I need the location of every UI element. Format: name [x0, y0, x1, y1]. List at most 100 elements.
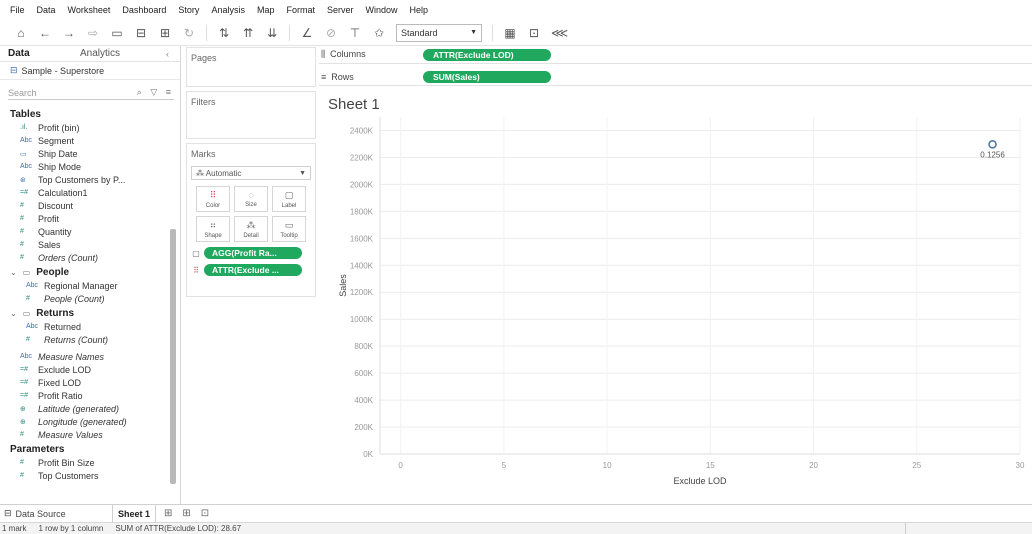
mark-size-button[interactable]: ◌ Size — [234, 186, 268, 212]
highlight-icon[interactable]: ∠ — [300, 24, 314, 42]
field-list: Tables .ıl. Profit (bin) Abc Segment ▭ Ship Da… — [0, 106, 170, 482]
new-datasource-icon[interactable]: ⊟ — [134, 24, 148, 42]
fit-select[interactable]: Standard ▼ — [396, 23, 482, 42]
mark-pill-row: ▢ AGG(Profit Ra... — [191, 247, 311, 259]
pin-icon[interactable]: ✩ — [372, 24, 386, 42]
data-pane-scrollbar[interactable] — [170, 229, 176, 484]
columns-pill[interactable]: ATTR(Exclude LOD) — [423, 48, 551, 61]
menu-item-format[interactable]: Format — [286, 5, 315, 15]
field-item[interactable]: # Orders (Count) — [0, 251, 170, 264]
sheet-title[interactable]: Sheet 1 — [328, 96, 380, 113]
group-icon[interactable]: ⊘ — [324, 24, 338, 42]
data-source-tab[interactable]: ⊟ Data Source — [0, 508, 112, 519]
section-header[interactable]: Parameters — [0, 443, 170, 456]
field-item[interactable]: ⊕ Longitude (generated) — [0, 415, 170, 428]
field-label: Profit Bin Size — [38, 457, 95, 468]
sort-desc-icon[interactable]: ⇊ — [265, 24, 279, 42]
new-dashboard-icon[interactable]: ⊞ — [182, 508, 190, 519]
search-input[interactable]: Search — [8, 88, 37, 98]
presentation-icon[interactable]: ⊡ — [527, 24, 541, 42]
filters-card[interactable]: Filters — [186, 91, 316, 139]
section-header[interactable]: ⌄ ▭ People — [0, 266, 170, 279]
menu-item-window[interactable]: Window — [366, 5, 398, 15]
field-item[interactable]: # Profit Bin Size — [0, 456, 170, 469]
rows-shelf[interactable]: ≡ Rows SUM(Sales) — [319, 68, 1032, 86]
field-item[interactable]: ▭ Ship Date — [0, 147, 170, 160]
field-item[interactable]: ⊛ Top Customers by P... — [0, 173, 170, 186]
field-item[interactable]: # Profit — [0, 212, 170, 225]
columns-shelf[interactable]: ⫼ Columns ATTR(Exclude LOD) — [319, 46, 1032, 64]
collapse-icon[interactable]: ⌄ — [10, 309, 17, 318]
pages-card[interactable]: Pages — [186, 47, 316, 87]
forward-icon[interactable]: → — [62, 24, 76, 42]
field-item[interactable]: Abc Regional Manager — [0, 279, 170, 292]
mark-pill[interactable]: ATTR(Exclude ... — [204, 264, 302, 276]
mark-label-button[interactable]: ▢ Label — [272, 186, 306, 212]
mark-pill[interactable]: AGG(Profit Ra... — [204, 247, 302, 259]
field-item[interactable]: =# Profit Ratio — [0, 389, 170, 402]
data-point[interactable] — [988, 140, 997, 149]
field-item[interactable]: # Top Customers — [0, 469, 170, 482]
home-icon[interactable]: ⌂ — [14, 24, 28, 42]
section-header[interactable]: Tables — [0, 108, 170, 121]
field-item[interactable]: # Quantity — [0, 225, 170, 238]
collapse-pane-icon[interactable]: ‹ — [166, 49, 169, 59]
refresh-icon[interactable]: ↻ — [182, 24, 196, 42]
menu-item-map[interactable]: Map — [257, 5, 275, 15]
menu-item-worksheet[interactable]: Worksheet — [68, 5, 111, 15]
mark-shape-button[interactable]: ⠶ Shape — [196, 216, 230, 242]
menu-item-analysis[interactable]: Analysis — [211, 5, 245, 15]
mark-detail-button[interactable]: ⁂ Detail — [234, 216, 268, 242]
pages-card-title: Pages — [191, 53, 217, 63]
field-search[interactable]: Search ⌕ ▽ ≡ — [8, 86, 174, 100]
show-me-icon[interactable]: ▦ — [503, 24, 517, 42]
field-item[interactable]: # Measure Values — [0, 428, 170, 441]
rows-pill[interactable]: SUM(Sales) — [423, 70, 551, 83]
field-item[interactable]: =# Calculation1 — [0, 186, 170, 199]
field-item[interactable]: ⊕ Latitude (generated) — [0, 402, 170, 415]
field-item[interactable]: # Discount — [0, 199, 170, 212]
field-item[interactable]: Abc Ship Mode — [0, 160, 170, 173]
field-label: Returned — [44, 321, 82, 332]
field-item[interactable]: .ıl. Profit (bin) — [0, 121, 170, 134]
field-item[interactable]: # People (Count) — [0, 292, 170, 305]
mark-color-button[interactable]: ⠿ Color — [196, 186, 230, 212]
swap-icon[interactable]: ⇅ — [217, 24, 231, 42]
tab-analytics[interactable]: Analytics — [66, 48, 166, 59]
data-source-item[interactable]: ⊟ Sample - Superstore — [0, 62, 180, 80]
menu-item-story[interactable]: Story — [178, 5, 199, 15]
mark-type-select[interactable]: ⁂ Automatic ▼ — [191, 166, 311, 180]
data-label: 0.1256 — [980, 150, 1005, 159]
section-header[interactable]: ⌄ ▭ Returns — [0, 307, 170, 320]
sort-asc-icon[interactable]: ⇈ — [241, 24, 255, 42]
menu-item-help[interactable]: Help — [410, 5, 429, 15]
field-item[interactable]: Abc Returned — [0, 320, 170, 333]
share-icon[interactable]: ⋘ — [551, 24, 568, 42]
scatter-chart[interactable]: 0K 200K 400K 600K 800K 1000K 1200K 1400K 1600K 18… — [320, 112, 1032, 492]
search-filter-icons[interactable]: ⌕ ▽ ≡ — [137, 87, 174, 98]
field-item[interactable]: Abc Measure Names — [0, 350, 170, 363]
back-icon[interactable]: ← — [38, 24, 52, 42]
redo-icon[interactable]: ⇨ — [86, 24, 100, 42]
new-worksheet-icon[interactable]: ⊞ — [158, 24, 172, 42]
field-item[interactable]: =# Exclude LOD — [0, 363, 170, 376]
x-tick-label: 25 — [912, 461, 921, 470]
show-labels-icon[interactable]: ⊤ — [348, 24, 362, 42]
new-worksheet-icon[interactable]: ⊞ — [164, 508, 172, 519]
field-item[interactable]: # Sales — [0, 238, 170, 251]
new-story-icon[interactable]: ⊡ — [201, 508, 209, 519]
mark-tooltip-button[interactable]: ▭ Tooltip — [272, 216, 306, 242]
sheet-tab[interactable]: Sheet 1 — [112, 504, 156, 523]
menu-item-file[interactable]: File — [10, 5, 25, 15]
menu-item-dashboard[interactable]: Dashboard — [122, 5, 166, 15]
save-icon[interactable]: ▭ — [110, 24, 124, 42]
tab-data[interactable]: Data — [0, 48, 66, 59]
x-tick-label: 10 — [603, 461, 612, 470]
menu-item-data[interactable]: Data — [37, 5, 56, 15]
menu-item-server[interactable]: Server — [327, 5, 354, 15]
mark-pills: ▢ AGG(Profit Ra... ⠿ ATTR(Exclude ... — [191, 247, 311, 276]
field-item[interactable]: =# Fixed LOD — [0, 376, 170, 389]
collapse-icon[interactable]: ⌄ — [10, 268, 17, 277]
field-item[interactable]: Abc Segment — [0, 134, 170, 147]
field-item[interactable]: # Returns (Count) — [0, 333, 170, 346]
